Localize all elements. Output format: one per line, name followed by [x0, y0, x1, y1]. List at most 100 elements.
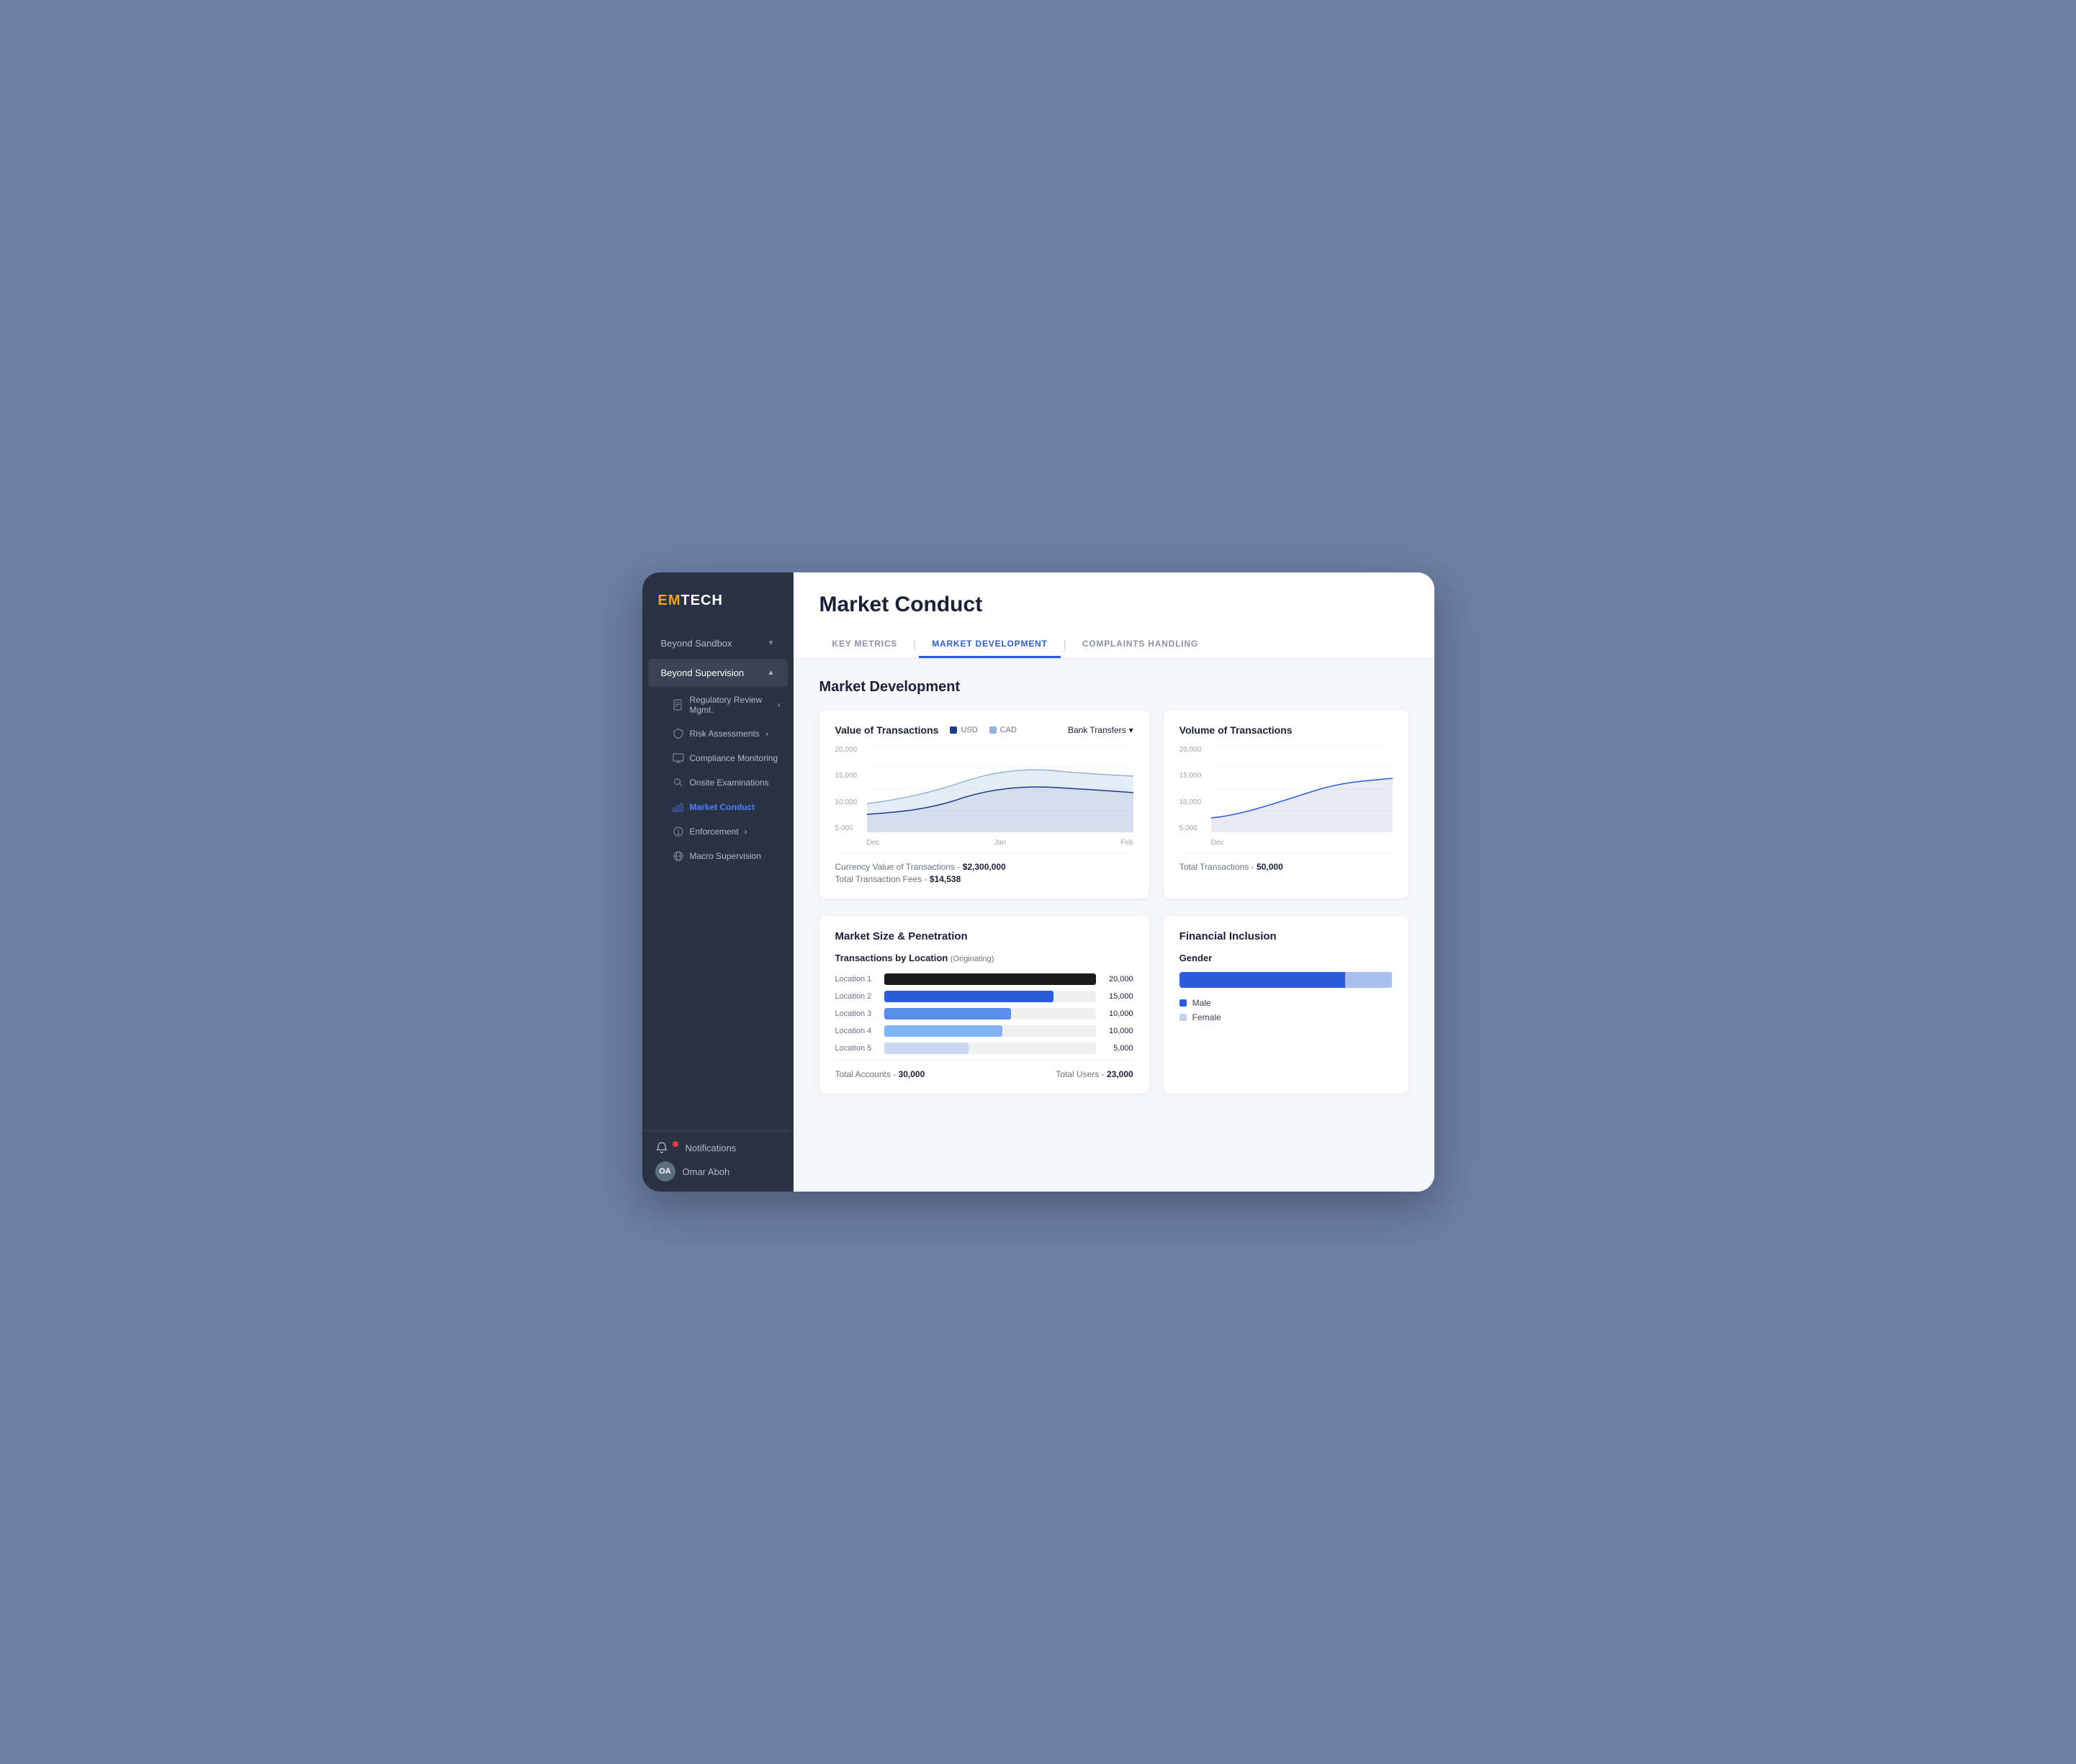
gender-bar — [1179, 972, 1393, 988]
search-icon — [673, 777, 684, 788]
main-body: Market Development Value of Transactions… — [794, 659, 1434, 1192]
page-title: Market Conduct — [819, 593, 1408, 617]
bell-icon — [655, 1141, 668, 1154]
volume-card-title: Volume of Transactions — [1179, 724, 1293, 736]
volume-chart-area: 20,000 15,000 10,000 5,000 — [1179, 746, 1393, 847]
financial-inclusion-title: Financial Inclusion — [1179, 930, 1393, 942]
chart-svg-container — [867, 746, 1133, 832]
volume-y-labels: 20,000 15,000 10,000 5,000 — [1179, 746, 1211, 832]
bar-value-3: 10,000 — [1103, 1009, 1133, 1018]
chevron-right-icon: › — [745, 827, 747, 837]
section-title: Market Development — [819, 679, 1408, 696]
bar-label-2: Location 2 — [835, 992, 877, 1001]
sidebar-item-macro-supervision[interactable]: Macro Supervision — [642, 844, 794, 868]
bar-row-3: Location 3 10,000 — [835, 1008, 1133, 1020]
bar-row-4: Location 4 10,000 — [835, 1025, 1133, 1037]
bar-fill-1 — [884, 973, 1096, 985]
total-users-line: Total Users - 23,000 — [1056, 1069, 1133, 1079]
bar-label-4: Location 4 — [835, 1027, 877, 1035]
financial-inclusion-card: Financial Inclusion Gender Male Fe — [1164, 916, 1408, 1094]
volume-chart-svg-container — [1211, 746, 1393, 832]
tab-key-metrics[interactable]: KEY METRICS — [819, 631, 911, 658]
sidebar-item-enforcement[interactable]: Enforcement › — [642, 819, 794, 844]
usd-label: USD — [961, 726, 977, 734]
bar-value-4: 10,000 — [1103, 1027, 1133, 1035]
sidebar-item-onsite-examinations[interactable]: Onsite Examinations — [642, 770, 794, 795]
document-icon — [673, 699, 684, 711]
logo: EMTECH — [642, 572, 794, 624]
bar-fill-2 — [884, 991, 1053, 1002]
bar-fill-3 — [884, 1008, 1012, 1020]
monitor-icon — [673, 752, 684, 764]
charts-row: Value of Transactions USD CAD Bank — [819, 710, 1408, 899]
bank-transfers-dropdown[interactable]: Bank Transfers ▾ — [1068, 725, 1133, 735]
bar-fill-5 — [884, 1043, 969, 1054]
transactions-by-location-title: Transactions by Location (Originating) — [835, 945, 1133, 963]
user-profile[interactable]: OA Omar Aboh — [655, 1161, 781, 1182]
legend-cad: CAD — [989, 726, 1017, 734]
volume-line-chart-svg — [1211, 746, 1393, 832]
tab-market-development[interactable]: MARKET DEVELOPMENT — [919, 631, 1060, 658]
y-axis-labels: 20,000 15,000 10,000 5,000 — [835, 746, 867, 832]
bar-track-3 — [884, 1008, 1096, 1020]
cad-label: CAD — [1000, 726, 1017, 734]
bar-value-1: 20,000 — [1103, 975, 1133, 984]
total-accounts-value: 30,000 — [899, 1069, 925, 1079]
female-label: Female — [1192, 1012, 1221, 1022]
x-axis-labels: Dec Jan Feb — [867, 839, 1133, 847]
main-header: Market Conduct KEY METRICS | MARKET DEVE… — [794, 572, 1434, 659]
male-dot — [1179, 999, 1187, 1007]
bar-track-4 — [884, 1025, 1096, 1037]
user-name: Omar Aboh — [683, 1166, 730, 1177]
main-content: Market Conduct KEY METRICS | MARKET DEVE… — [794, 572, 1434, 1192]
chevron-up-icon: ▲ — [768, 669, 775, 677]
total-transactions-value: 50,000 — [1257, 862, 1283, 872]
sidebar-item-regulatory-review[interactable]: Regulatory Review Mgmt. › — [642, 688, 794, 721]
volume-of-transactions-card: Volume of Transactions 20,000 15,000 10,… — [1164, 710, 1408, 899]
sidebar-item-compliance-monitoring[interactable]: Compliance Monitoring — [642, 746, 794, 770]
chevron-down-icon: ▾ — [1129, 725, 1133, 735]
bar-value-2: 15,000 — [1103, 992, 1133, 1001]
currency-value-line: Currency Value of Transactions - $2,300,… — [835, 862, 1133, 872]
market-size-title: Market Size & Penetration — [835, 930, 1133, 942]
bottom-row: Market Size & Penetration Transactions b… — [819, 916, 1408, 1094]
logo-em: EM — [658, 593, 681, 608]
bar-row-1: Location 1 20,000 — [835, 973, 1133, 985]
female-dot — [1179, 1014, 1187, 1021]
value-chart-area: 20,000 15,000 10,000 5,000 — [835, 746, 1133, 847]
chart-icon — [673, 801, 684, 813]
gender-bar-male — [1179, 972, 1346, 988]
tab-bar: KEY METRICS | MARKET DEVELOPMENT | COMPL… — [819, 631, 1408, 658]
bar-label-3: Location 3 — [835, 1009, 877, 1018]
bar-value-5: 5,000 — [1103, 1044, 1133, 1053]
sidebar-item-beyond-supervision[interactable]: Beyond Supervision ▲ — [648, 659, 788, 687]
notifications-item[interactable]: Notifications — [655, 1141, 781, 1154]
bar-fill-4 — [884, 1025, 1003, 1037]
bar-track-5 — [884, 1043, 1096, 1054]
value-of-transactions-card: Value of Transactions USD CAD Bank — [819, 710, 1149, 899]
bar-label-1: Location 1 — [835, 975, 877, 984]
male-label: Male — [1192, 998, 1211, 1008]
globe-icon — [673, 850, 684, 862]
currency-value: $2,300,000 — [963, 862, 1006, 872]
tab-divider: | — [910, 631, 919, 658]
sidebar-item-risk-assessments[interactable]: Risk Assessments › — [642, 721, 794, 746]
chevron-right-icon: › — [765, 729, 768, 739]
volume-x-labels: Dec — [1211, 839, 1393, 847]
sidebar-item-market-conduct[interactable]: Market Conduct — [642, 795, 794, 819]
line-chart-svg — [867, 746, 1133, 832]
notifications-label: Notifications — [686, 1143, 737, 1153]
enforcement-icon — [673, 826, 684, 837]
avatar: OA — [655, 1161, 675, 1182]
volume-footer: Total Transactions - 50,000 — [1179, 852, 1393, 872]
legend-usd: USD — [950, 726, 977, 734]
cad-dot — [989, 726, 997, 734]
chart-legend: Value of Transactions USD CAD — [835, 724, 1017, 736]
usd-dot — [950, 726, 957, 734]
legend-male: Male — [1179, 998, 1393, 1008]
tab-divider-2: | — [1061, 631, 1069, 658]
bar-chart: Location 1 20,000 Location 2 15,000 — [835, 973, 1133, 1054]
app-frame: EMTECH Beyond Sandbox ▼ Beyond Supervisi… — [642, 572, 1434, 1192]
tab-complaints-handling[interactable]: COMPLAINTS HANDLING — [1069, 631, 1211, 658]
sidebar-item-beyond-sandbox[interactable]: Beyond Sandbox ▼ — [648, 629, 788, 657]
